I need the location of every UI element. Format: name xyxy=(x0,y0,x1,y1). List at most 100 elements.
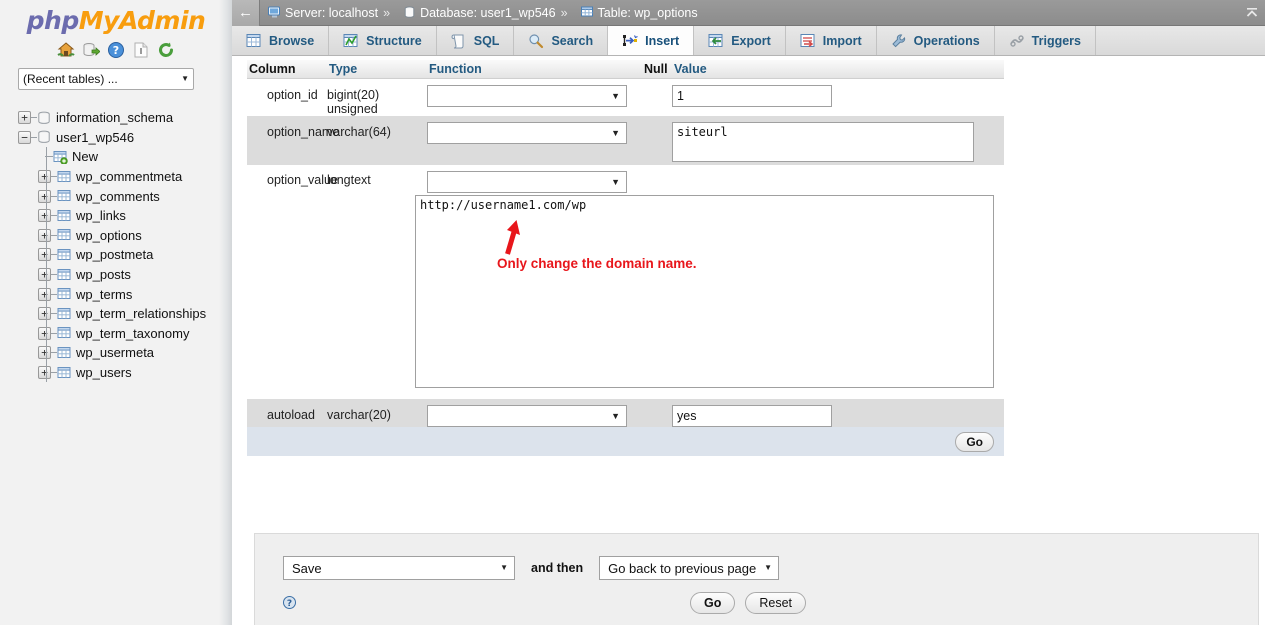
tree-item-wp_users[interactable]: + wp_users xyxy=(8,363,232,383)
value-textarea[interactable]: siteurl xyxy=(672,122,974,162)
documentation-icon[interactable] xyxy=(132,41,150,59)
tree-item-label[interactable]: wp_terms xyxy=(76,287,132,302)
go-button-inline[interactable]: Go xyxy=(955,432,994,452)
breadcrumb-separator: » xyxy=(383,6,390,20)
structure-icon xyxy=(343,33,359,49)
tree-toggle-information_schema[interactable]: + xyxy=(18,111,31,124)
function-select[interactable]: ▼ xyxy=(427,405,627,427)
tree-item-label[interactable]: information_schema xyxy=(56,110,173,125)
header-type[interactable]: Type xyxy=(327,62,427,76)
tree-item-wp_term_taxonomy[interactable]: + wp_term_taxonomy xyxy=(8,324,232,344)
breadcrumb-item-1[interactable]: Database: user1_wp546 xyxy=(403,6,556,20)
help-icon[interactable]: ? xyxy=(107,41,125,59)
tree-toggle-wp_terms[interactable]: + xyxy=(38,288,51,301)
tree-toggle-wp_term_relationships[interactable]: + xyxy=(38,307,51,320)
tab-triggers[interactable]: Triggers xyxy=(995,26,1096,55)
chevron-down-icon: ▼ xyxy=(181,75,189,83)
tab-label: Search xyxy=(551,34,593,48)
tree-item-wp_options[interactable]: + wp_options xyxy=(8,226,232,246)
breadcrumb-item-2[interactable]: Table: wp_options xyxy=(581,6,698,20)
tab-label: Import xyxy=(823,34,862,48)
tree-item-wp_commentmeta[interactable]: + wp_commentmeta xyxy=(8,167,232,187)
tree-item-wp_postmeta[interactable]: + wp_postmeta xyxy=(8,245,232,265)
logo-admin: Admin xyxy=(119,6,205,35)
tree-toggle-wp_options[interactable]: + xyxy=(38,229,51,242)
tree-toggle-wp_posts[interactable]: + xyxy=(38,268,51,281)
tree-item-label[interactable]: wp_postmeta xyxy=(76,247,153,262)
breadcrumb-label: Table: wp_options xyxy=(598,6,698,20)
tab-label: Triggers xyxy=(1032,34,1081,48)
tree-item-wp_comments[interactable]: + wp_comments xyxy=(8,186,232,206)
tree-item-wp_posts[interactable]: + wp_posts xyxy=(8,265,232,285)
option-value-textarea[interactable]: http://username1.com/wp xyxy=(415,195,994,388)
search-icon xyxy=(528,33,544,49)
function-select[interactable]: ▼ xyxy=(427,85,627,107)
tree-item-label[interactable]: New xyxy=(72,149,98,164)
tree-item-label[interactable]: wp_term_taxonomy xyxy=(76,326,189,341)
tab-operations[interactable]: Operations xyxy=(877,26,995,55)
phpmyadmin-logo[interactable]: phpMyAdmin xyxy=(0,0,232,36)
tree-item-label[interactable]: wp_comments xyxy=(76,189,160,204)
reload-icon[interactable] xyxy=(157,41,175,59)
collapse-up-icon[interactable] xyxy=(1241,2,1263,24)
tree-item-wp_terms[interactable]: + wp_terms xyxy=(8,284,232,304)
tab-import[interactable]: Import xyxy=(786,26,877,55)
table-icon xyxy=(57,209,72,223)
tree-toggle-wp_term_taxonomy[interactable]: + xyxy=(38,327,51,340)
row-value-cell xyxy=(672,399,1004,427)
breadcrumb: ← Server: localhost » Database: user1_wp54… xyxy=(232,0,1265,26)
database-icon xyxy=(37,111,52,125)
help-circle-icon[interactable]: ? xyxy=(283,596,296,609)
tab-export[interactable]: Export xyxy=(694,26,786,55)
tree-item-label[interactable]: wp_users xyxy=(76,365,132,380)
function-select[interactable]: ▼ xyxy=(427,171,627,193)
tree-item-label[interactable]: wp_commentmeta xyxy=(76,169,182,184)
tab-sql[interactable]: SQL xyxy=(437,26,515,55)
logo-php: php xyxy=(27,6,79,35)
tree-item-label[interactable]: wp_usermeta xyxy=(76,345,154,360)
tree-item-wp_links[interactable]: + wp_links xyxy=(8,206,232,226)
tree-item-New[interactable]: New xyxy=(8,147,232,167)
go-button[interactable]: Go xyxy=(690,592,735,614)
tree-item-label[interactable]: wp_links xyxy=(76,208,126,223)
tree-item-wp_term_relationships[interactable]: + wp_term_relationships xyxy=(8,304,232,324)
breadcrumb-item-0[interactable]: Server: localhost xyxy=(268,6,378,20)
value-input[interactable] xyxy=(672,405,832,427)
tree-vertical-line xyxy=(46,304,47,324)
tab-insert[interactable]: Insert xyxy=(608,26,694,55)
tree-item-information_schema[interactable]: + information_schema xyxy=(8,108,232,128)
header-value[interactable]: Value xyxy=(672,62,1004,76)
insert-rows: option_idbigint(20) unsigned▼option_name… xyxy=(247,79,1004,427)
tree-item-label[interactable]: wp_posts xyxy=(76,267,131,282)
value-input[interactable] xyxy=(672,85,832,107)
row-value-cell xyxy=(672,165,1004,171)
tree-toggle-wp_users[interactable]: + xyxy=(38,366,51,379)
home-icon[interactable] xyxy=(57,41,75,59)
back-button[interactable]: ← xyxy=(232,0,260,26)
save-mode-select[interactable]: Save ▼ xyxy=(283,556,515,580)
chevron-down-icon: ▼ xyxy=(764,564,772,572)
svg-text:?: ? xyxy=(113,44,119,57)
tree-toggle-wp_comments[interactable]: + xyxy=(38,190,51,203)
header-function[interactable]: Function xyxy=(427,62,642,76)
tree-item-wp_usermeta[interactable]: + wp_usermeta xyxy=(8,343,232,363)
tree-toggle-wp_usermeta[interactable]: + xyxy=(38,346,51,359)
tree-item-label[interactable]: wp_term_relationships xyxy=(76,306,206,321)
logout-icon[interactable] xyxy=(82,41,100,59)
tree-toggle-user1_wp546[interactable]: − xyxy=(18,131,31,144)
function-select[interactable]: ▼ xyxy=(427,122,627,144)
database-icon xyxy=(403,6,416,19)
tab-browse[interactable]: Browse xyxy=(232,26,329,55)
row-column-name: option_name xyxy=(247,116,327,139)
tree-item-label[interactable]: wp_options xyxy=(76,228,142,243)
tab-structure[interactable]: Structure xyxy=(329,26,437,55)
tree-item-label[interactable]: user1_wp546 xyxy=(56,130,134,145)
tree-item-user1_wp546[interactable]: − user1_wp546 xyxy=(8,128,232,148)
tab-search[interactable]: Search xyxy=(514,26,608,55)
tree-toggle-wp_links[interactable]: + xyxy=(38,209,51,222)
after-save-select[interactable]: Go back to previous page ▼ xyxy=(599,556,779,580)
reset-button[interactable]: Reset xyxy=(745,592,806,614)
tree-toggle-wp_postmeta[interactable]: + xyxy=(38,248,51,261)
tree-toggle-wp_commentmeta[interactable]: + xyxy=(38,170,51,183)
recent-tables-select[interactable]: (Recent tables) ... ▼ xyxy=(18,68,194,90)
